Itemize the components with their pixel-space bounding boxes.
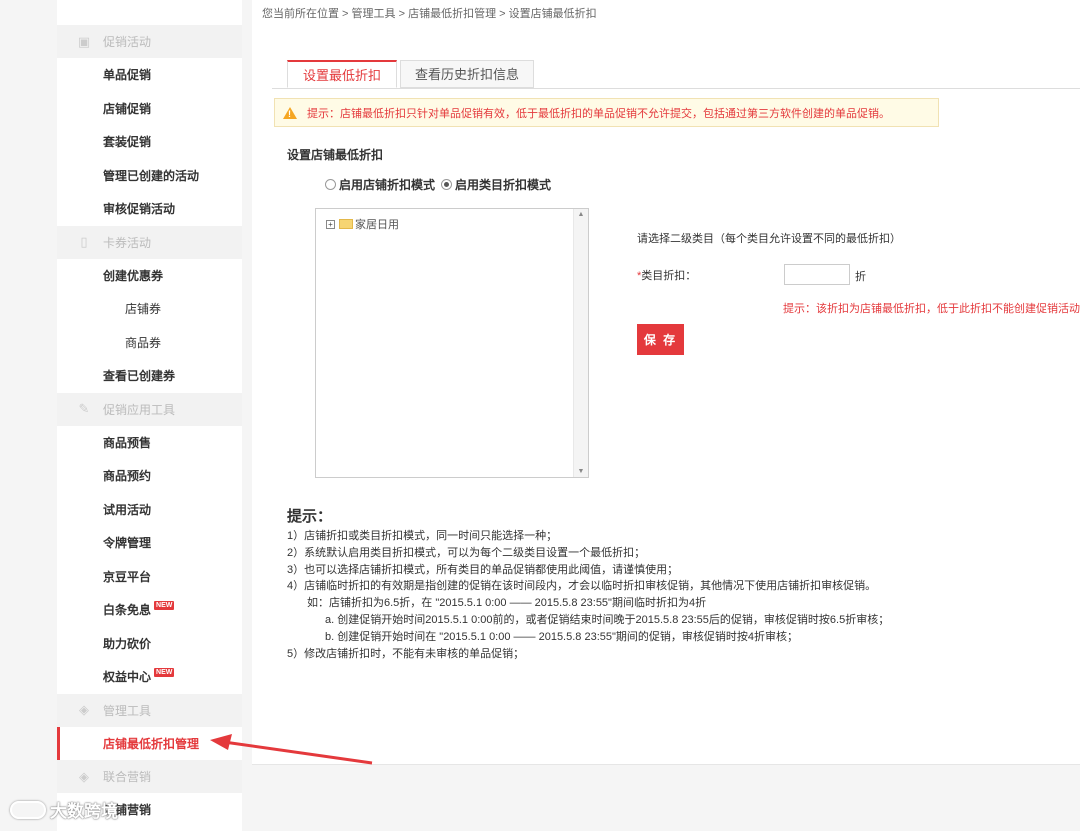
sidebar-item-label: 商品预约 <box>103 469 152 484</box>
sidebar-item-label: 令牌管理 <box>103 536 152 551</box>
sidebar-item-label: 助力砍价 <box>103 636 152 651</box>
calendar-icon: ▣ <box>77 33 91 49</box>
sidebar-item-label: 管理已创建的活动 <box>103 168 200 183</box>
sidebar-item-single-promo[interactable]: 单品促销 <box>57 58 242 92</box>
sidebar-item-presale[interactable]: 商品预售 <box>57 426 242 460</box>
tag-icon: ◈ <box>79 768 89 784</box>
sidebar-item-label: 店铺促销 <box>103 101 152 116</box>
sidebar-item-bargain[interactable]: 助力砍价 <box>57 627 242 661</box>
sidebar-item-label: 单品促销 <box>103 68 152 83</box>
tab-divider <box>272 88 1080 89</box>
sidebar-item-label: 店铺券 <box>125 302 162 317</box>
discount-input[interactable] <box>784 264 850 285</box>
tip-example-b: b. 创建促销开始时间在 "2015.5.1 0:00 —— 2015.5.8 … <box>325 630 799 643</box>
sidebar-group-management: ◈ 管理工具 <box>57 693 242 727</box>
sidebar-item-label: 店铺最低折扣管理 <box>103 736 200 751</box>
sidebar-item-label: 商品预售 <box>103 435 152 450</box>
watermark-text: 大数跨境 <box>50 802 118 821</box>
expand-icon[interactable]: + <box>326 219 335 229</box>
sidebar-item-product-coupon[interactable]: 商品券 <box>57 326 242 360</box>
sidebar-item-label: 查看已创建券 <box>103 369 176 384</box>
new-badge: NEW <box>154 601 175 611</box>
tag-icon: ◈ <box>79 702 89 717</box>
watermark: 大数跨境 <box>10 797 118 822</box>
sidebar-group-tools: ✎ 促销应用工具 <box>57 392 242 426</box>
pencil-icon: ✎ <box>78 401 90 416</box>
tab-history[interactable]: 查看历史折扣信息 <box>400 60 534 88</box>
scroll-down-icon[interactable]: ▼ <box>574 468 588 475</box>
sidebar-item-benefits[interactable]: 权益中心 NEW <box>57 660 242 694</box>
warning-icon: ! <box>283 106 297 119</box>
select-category-hint: 请选择二级类目（每个类目允许设置不同的最低折扣） <box>637 233 901 245</box>
sidebar-item-token[interactable]: 令牌管理 <box>57 526 242 560</box>
sidebar-item-create-coupon[interactable]: 创建优惠券 <box>57 259 242 293</box>
sidebar-item-label: 权益中心 <box>103 670 152 685</box>
watermark-logo-icon <box>10 800 46 819</box>
sidebar-group-label: 联合营销 <box>103 770 152 784</box>
sidebar-item-jingdou[interactable]: 京豆平台 <box>57 560 242 594</box>
sidebar-item-baitiao[interactable]: 白条免息 NEW <box>57 593 242 627</box>
sidebar-item-label: 审核促销活动 <box>103 202 176 217</box>
sidebar-group-coupon: ▯ 卡券活动 <box>57 225 242 259</box>
sidebar-group-promotion: ▣ 促销活动 <box>57 25 242 58</box>
coupon-icon: ▯ <box>80 234 88 249</box>
mode-category-radio[interactable]: 启用类目折扣模式 <box>441 176 551 193</box>
sidebar-item-label: 白条免息 <box>103 603 152 618</box>
tree-scrollbar[interactable]: ▲ ▼ <box>573 209 588 477</box>
sidebar-item-manage-activities[interactable]: 管理已创建的活动 <box>57 159 242 193</box>
tip-line: 5）修改店铺折扣时，不能有未审核的单品促销； <box>287 647 525 660</box>
notice-bar: ! 提示：店铺最低折扣只针对单品促销有效，低于最低折扣的单品促销不允许提交，包括… <box>274 98 939 127</box>
discount-label-text: 类目折扣： <box>641 270 697 282</box>
breadcrumb: 您当前所在位置 > 管理工具 > 店铺最低折扣管理 > 设置店铺最低折扣 <box>262 8 597 20</box>
scroll-up-icon[interactable]: ▲ <box>574 211 588 218</box>
discount-unit: 折 <box>855 271 866 283</box>
sidebar-item-reservation[interactable]: 商品预约 <box>57 459 242 493</box>
tree-node-label: 家居日用 <box>355 219 399 231</box>
sidebar-group-label: 管理工具 <box>103 703 152 718</box>
sidebar-group-label: 促销应用工具 <box>103 402 176 417</box>
main-panel: 您当前所在位置 > 管理工具 > 店铺最低折扣管理 > 设置店铺最低折扣 设置最… <box>252 0 1080 765</box>
radio-checked-icon <box>441 179 453 190</box>
sidebar: ▣ 促销活动 单品促销 店铺促销 套装促销 管理已创建的活动 审核促销活动 ▯ … <box>57 0 242 831</box>
tip-line: 2）系统默认启用类目折扣模式，可以为每个二级类目设置一个最低折扣； <box>287 546 646 559</box>
tip-line: 3）也可以选择店铺折扣模式，所有类目的单品促销都使用此阈值，请谨慎使用； <box>287 563 679 576</box>
tips-title: 提示： <box>287 508 333 525</box>
sidebar-item-review-promo[interactable]: 审核促销活动 <box>57 192 242 226</box>
section-title: 设置店铺最低折扣 <box>287 148 384 162</box>
tip-example: 如：店铺折扣为6.5折，在 "2015.5.1 0:00 —— 2015.5.8… <box>307 597 707 610</box>
sidebar-group-label: 促销活动 <box>103 35 152 49</box>
mode-category-label: 启用类目折扣模式 <box>455 178 552 192</box>
tab-set-min-discount[interactable]: 设置最低折扣 <box>287 60 397 88</box>
sidebar-item-store-coupon[interactable]: 店铺券 <box>57 292 242 326</box>
tree-node-home[interactable]: + 家居日用 <box>326 216 399 232</box>
tips-section: 提示： 1）店铺折扣或类目折扣模式，同一时间只能选择一种； 2）系统默认启用类目… <box>287 505 1067 662</box>
category-tree[interactable]: + 家居日用 ▲ ▼ <box>315 208 589 478</box>
sidebar-item-store-promo[interactable]: 店铺促销 <box>57 92 242 126</box>
sidebar-item-label: 商品券 <box>125 335 162 350</box>
sidebar-top-spacer <box>57 0 242 25</box>
left-margin <box>0 0 57 831</box>
radio-icon <box>325 179 336 190</box>
mode-selector: 启用店铺折扣模式 启用类目折扣模式 <box>325 176 557 193</box>
sidebar-item-label: 京豆平台 <box>103 569 152 584</box>
mode-store-label: 启用店铺折扣模式 <box>339 178 436 192</box>
sidebar-item-bundle-promo[interactable]: 套装促销 <box>57 125 242 159</box>
save-button[interactable]: 保 存 <box>637 324 684 355</box>
discount-label: *类目折扣： <box>637 267 696 283</box>
sidebar-item-trial[interactable]: 试用活动 <box>57 493 242 527</box>
sidebar-item-label: 套装促销 <box>103 135 152 150</box>
tip-example-a: a. 创建促销开始时间2015.5.1 0:00前的，或者促销结束时间晚于201… <box>325 613 890 626</box>
folder-icon <box>339 219 353 229</box>
sidebar-item-label: 试用活动 <box>103 502 152 517</box>
red-arrow-annotation <box>210 734 373 765</box>
discount-tip: 提示：该折扣为店铺最低折扣，低于此折扣不能创建促销活动 <box>783 303 1080 315</box>
notice-text: 提示：店铺最低折扣只针对单品促销有效，低于最低折扣的单品促销不允许提交，包括通过… <box>307 107 890 120</box>
tip-line: 1）店铺折扣或类目折扣模式，同一时间只能选择一种； <box>287 530 558 542</box>
sidebar-item-view-coupons[interactable]: 查看已创建券 <box>57 359 242 393</box>
new-badge: NEW <box>154 668 175 678</box>
mode-store-radio[interactable]: 启用店铺折扣模式 <box>325 176 435 193</box>
sidebar-group-label: 卡券活动 <box>103 235 152 250</box>
tip-line: 4）店铺临时折扣的有效期是指创建的促销在该时间段内，才会以临时折扣审核促销，其他… <box>287 580 877 593</box>
sidebar-item-label: 创建优惠券 <box>103 268 164 283</box>
